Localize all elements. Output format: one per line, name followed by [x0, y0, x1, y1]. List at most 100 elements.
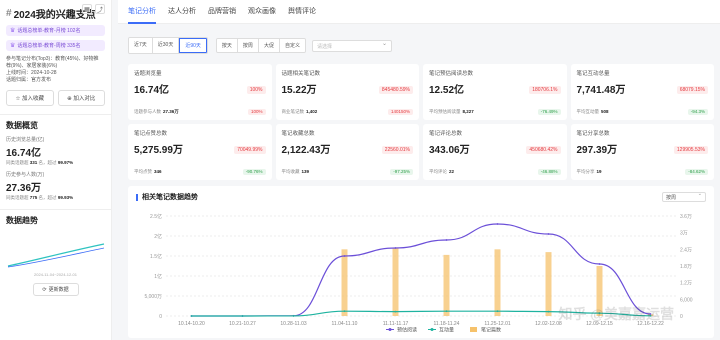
metric-label: 笔记收藏总数	[281, 131, 315, 137]
x-axis-tick: 10.14-10.20	[178, 321, 205, 327]
tab-4[interactable]: 舆情评论	[288, 0, 316, 24]
metric-footer-value: 139	[301, 169, 310, 174]
series-point	[343, 310, 346, 313]
rank-tag-label: 话题总榜单-教育-月榜 102名	[17, 28, 81, 34]
x-axis-tick: 11.04-11.10	[332, 321, 358, 327]
metric-value: 16.74亿	[134, 85, 170, 96]
metric-footer: 平均点赞 346 -90.76%	[134, 169, 266, 175]
add-favorite-button[interactable]: ☆ 加入收藏	[6, 90, 54, 106]
right-axis-tick: 3.6万	[680, 214, 692, 220]
metric-footer-value: 27.36万	[163, 109, 179, 114]
metric-footer-stat: 话题参与人数 27.36万	[134, 109, 179, 115]
metric-footer-value: 346	[154, 169, 162, 174]
series-point	[445, 310, 448, 313]
metric-footer-change: -94.3%	[687, 109, 708, 115]
range-option-1[interactable]: 近30天	[152, 38, 180, 53]
metric-footer-value: 1,402	[306, 109, 318, 114]
meta-line: 参与笔记分布(Top3)：教育(45%)、好物推	[6, 56, 99, 62]
metric-footer-stat: 平均分享 19	[577, 169, 602, 175]
granularity-option-1[interactable]: 按周	[237, 39, 259, 52]
series-point	[190, 315, 193, 317]
participants-sub-prefix: 同类话题超	[6, 195, 29, 200]
metric-footer-stat: 平均点赞 346	[134, 169, 162, 175]
metric-label: 话题浏览量	[134, 71, 162, 77]
views-sub-pct: 99.97%	[57, 160, 74, 165]
series-point	[547, 310, 550, 313]
metric-footer-label: 平均收藏	[281, 169, 300, 174]
x-axis-tick: 11.18-11.24	[434, 321, 460, 327]
participants-sub-rank: 775	[29, 195, 38, 200]
tab-3[interactable]: 观众画像	[248, 0, 276, 24]
range-option-2[interactable]: 近90天	[179, 38, 207, 53]
metric-change: 450680.42%	[526, 146, 561, 154]
metric-footer: 平均收藏 139 -97.25%	[282, 169, 413, 175]
x-axis-tick: 10.28-11.03	[280, 321, 307, 327]
granularity-option-0[interactable]: 按天	[216, 39, 238, 52]
x-axis-tick: 11.11-11.17	[383, 321, 409, 327]
grid-icon[interactable]: ▦	[82, 4, 92, 14]
bar-notes	[545, 252, 552, 316]
series-line	[191, 223, 651, 317]
metric-change: 180706.1%	[529, 86, 561, 94]
meta-line: 话题归属：官方发布	[6, 77, 52, 83]
metric-footer: 平均评论 22 -46.88%	[429, 169, 561, 175]
metric-footer-label: 平均评论	[429, 169, 447, 174]
meta-line: 上线时间：2024-10-28	[6, 70, 57, 76]
left-axis-tick: 5,000万	[144, 294, 162, 300]
legend-label: 预估阅读	[397, 327, 417, 334]
range-option-0[interactable]: 近7天	[129, 38, 153, 53]
series-point	[598, 263, 601, 265]
meta-line: 荐(9%)、家居家装(6%)	[6, 63, 58, 69]
metric-footer-value: 22	[449, 169, 455, 174]
metric-card: 笔记预估阅读总数 12.52亿 180706.1% 平均预估阅读量 8,227 -…	[423, 64, 567, 120]
participants-sub-mid: 名，超过	[38, 195, 57, 200]
tab-2[interactable]: 品牌营销	[208, 0, 236, 24]
refresh-button[interactable]: ⟳ 更新数据	[32, 283, 79, 296]
metric-change: 22560.01%	[381, 146, 413, 154]
series-point	[394, 310, 397, 313]
add-compare-button[interactable]: ⊕ 加入对比	[57, 90, 105, 106]
tab-0[interactable]: 笔记分析	[128, 0, 156, 24]
metric-footer-change: -84.62%	[685, 169, 708, 175]
legend-swatch	[470, 327, 477, 332]
legend-label: 笔记篇数	[481, 327, 501, 334]
rank-tag-monthly[interactable]: ♛ 话题总榜单-教育-月榜 102名	[6, 25, 105, 36]
divider	[0, 114, 111, 115]
series-point	[292, 315, 295, 317]
right-axis-tick: 2.4万	[680, 247, 692, 253]
metric-label: 笔记互动总量	[576, 71, 610, 77]
rank-tag-weekly[interactable]: ♛ 话题总榜单-教育-周榜 335名	[6, 40, 105, 51]
trend-chart-card: 相关笔记数据趋势 按周 2.5亿2亿1.5亿1亿5,000万03.6万3万2.4…	[128, 186, 714, 338]
metric-card: 话题相关笔记数 15.22万 845480.59% 商业笔记数 1,402 140…	[275, 64, 419, 120]
add-compare-label: 加入对比	[73, 96, 96, 102]
metric-label: 笔记评论总数	[429, 131, 463, 137]
metric-footer-value: 19	[596, 169, 602, 174]
granularity-option-3[interactable]: 自定义	[279, 39, 305, 52]
metric-change: 845480.59%	[378, 86, 413, 94]
bar-notes	[494, 249, 501, 316]
left-axis-tick: 2亿	[154, 233, 162, 240]
hash-symbol: #	[6, 8, 12, 19]
mini-trend-line-1	[7, 243, 105, 267]
metric-footer-stat: 商业笔记数 1,402	[282, 109, 318, 115]
participants-sub-pct: 99.93%	[57, 195, 74, 200]
watermark-text: 知乎 @美嘉嘉运营	[558, 306, 674, 322]
metric-footer: 商业笔记数 1,402 140150%	[282, 109, 413, 115]
series-point	[547, 233, 550, 235]
granularity-option-2[interactable]: 大促	[258, 39, 280, 52]
metric-label: 笔记点赞总数	[134, 131, 168, 137]
right-axis-tick: 3万	[680, 231, 688, 237]
sidebar-icon-group: ▦ ⤴	[82, 4, 105, 14]
bar-notes	[341, 249, 348, 316]
left-axis-tick: 1.5亿	[150, 253, 162, 260]
metric-footer-stat: 平均收藏 139	[282, 169, 310, 175]
metric-change: 70049.99%	[234, 146, 266, 154]
sidebar-actions: ☆ 加入收藏 ⊕ 加入对比	[6, 90, 105, 106]
metric-footer-label: 平均互动量	[576, 109, 600, 114]
date-picker[interactable]: 请选择	[311, 39, 392, 52]
right-axis-tick: 1.2万	[680, 281, 692, 287]
share-icon[interactable]: ⤴	[95, 4, 105, 14]
tab-1[interactable]: 达人分析	[168, 0, 196, 24]
legend-swatch	[430, 328, 434, 331]
series-point	[445, 239, 448, 241]
